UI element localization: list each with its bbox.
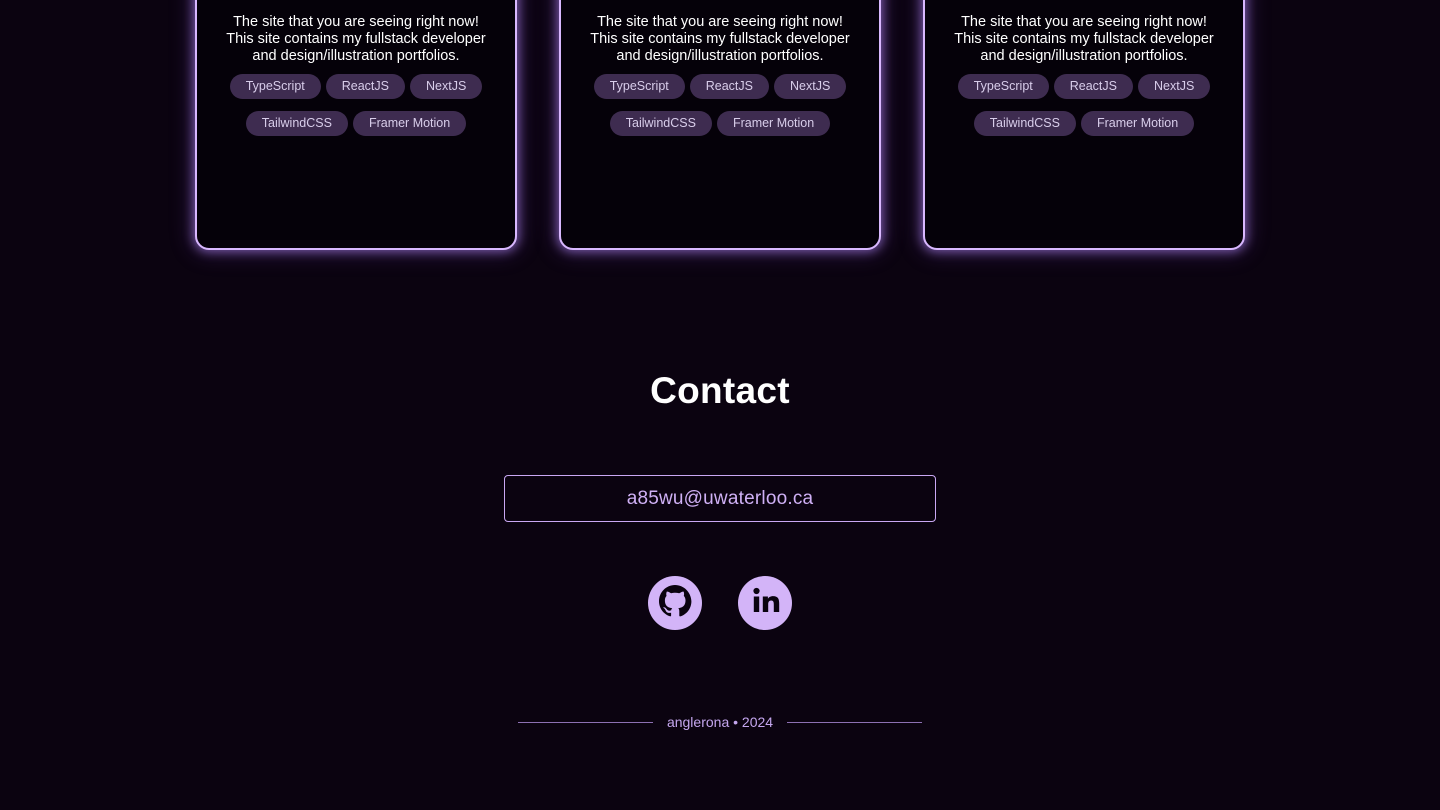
linkedin-link[interactable] [738,576,792,630]
tag-reactjs[interactable]: ReactJS [325,74,405,99]
github-icon [648,576,702,630]
footer-text: anglerona • 2024 [666,714,774,730]
project-description: The site that you are seeing right now! … [954,14,1214,64]
contact-heading: Contact [650,370,790,411]
tag-nextjs[interactable]: NextJS [410,74,483,99]
tag-tailwindcss[interactable]: TailwindCSS [973,111,1076,136]
footer-divider-right [787,721,923,723]
linkedin-icon [738,576,792,630]
tag-typescript[interactable]: TypeScript [593,74,685,99]
tag-nextjs[interactable]: NextJS [1138,74,1211,99]
tag-framer-motion[interactable]: Framer Motion [352,111,467,136]
email-text: a85wu@uwaterloo.ca [626,487,814,509]
footer: anglerona • 2024 [518,712,923,732]
tag-reactjs[interactable]: ReactJS [1053,74,1133,99]
project-description: The site that you are seeing right now! … [590,14,850,64]
github-link[interactable] [648,576,702,630]
tag-list: TypeScript ReactJS NextJS TailwindCSS Fr… [937,74,1231,136]
tag-nextjs[interactable]: NextJS [774,74,847,99]
email-link[interactable]: a85wu@uwaterloo.ca [504,475,936,522]
tag-framer-motion[interactable]: Framer Motion [716,111,831,136]
tag-list: TypeScript ReactJS NextJS TailwindCSS Fr… [209,74,503,136]
project-card[interactable]: The site that you are seeing right now! … [195,0,517,250]
project-description: The site that you are seeing right now! … [226,14,486,64]
tag-typescript[interactable]: TypeScript [229,74,321,99]
tag-reactjs[interactable]: ReactJS [689,74,769,99]
tag-list: TypeScript ReactJS NextJS TailwindCSS Fr… [573,74,867,136]
tag-tailwindcss[interactable]: TailwindCSS [245,111,348,136]
footer-divider-left [518,721,653,723]
project-card[interactable]: The site that you are seeing right now! … [559,0,881,250]
tag-tailwindcss[interactable]: TailwindCSS [609,111,712,136]
project-card[interactable]: The site that you are seeing right now! … [923,0,1245,250]
page: The site that you are seeing right now! … [0,0,1440,810]
tag-typescript[interactable]: TypeScript [957,74,1049,99]
tag-framer-motion[interactable]: Framer Motion [1080,111,1195,136]
